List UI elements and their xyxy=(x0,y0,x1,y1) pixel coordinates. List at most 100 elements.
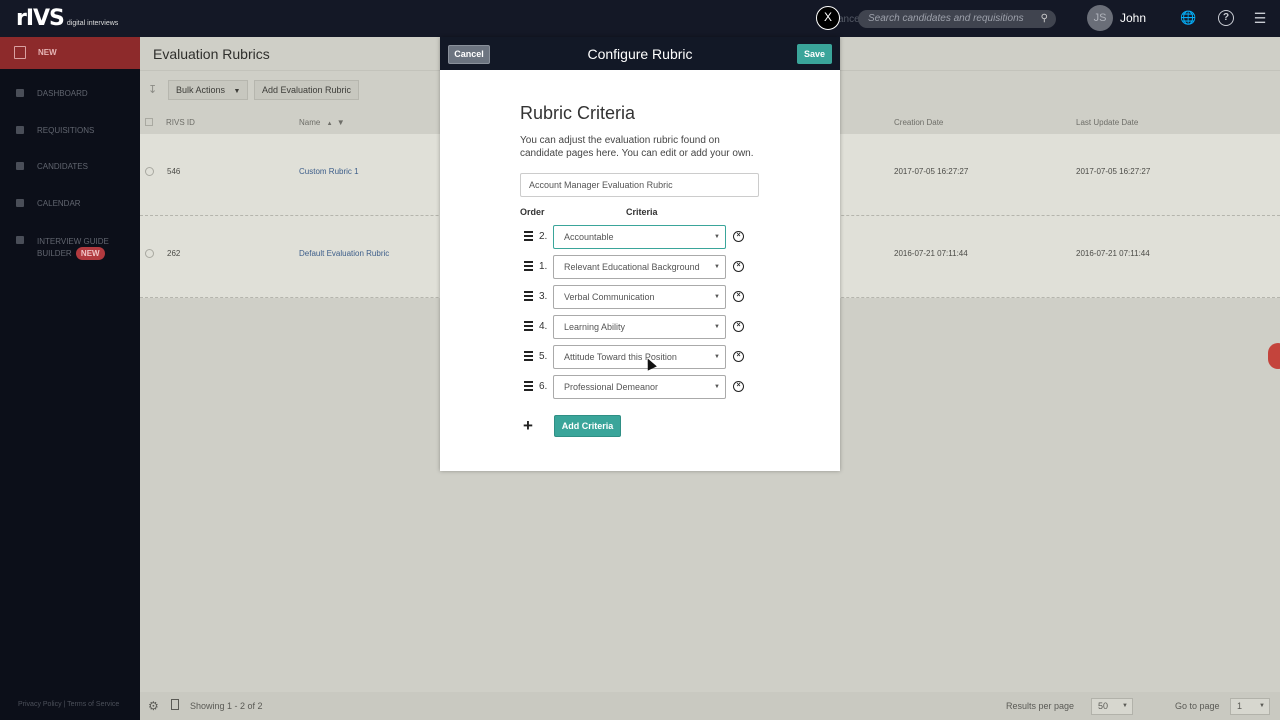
folder-icon xyxy=(16,126,24,134)
criteria-select[interactable]: Verbal Communication ▼ xyxy=(553,285,726,309)
criteria-row: 2. Accountable ▼ × xyxy=(524,225,754,249)
remove-criteria-icon[interactable]: × xyxy=(733,261,744,272)
drag-handle-icon[interactable] xyxy=(524,321,533,331)
results-per-page-value: 50 xyxy=(1098,701,1109,711)
criteria-value: Learning Ability xyxy=(564,322,626,332)
criteria-order: 2. xyxy=(539,231,548,242)
select-all-checkbox[interactable] xyxy=(145,118,153,126)
footer-links[interactable]: Privacy Policy | Terms of Service xyxy=(18,701,119,708)
globe-icon[interactable]: 🌐 xyxy=(1180,10,1196,26)
criteria-value: Professional Demeanor xyxy=(564,382,659,392)
remove-criteria-icon[interactable]: × xyxy=(733,291,744,302)
new-button[interactable]: NEW xyxy=(0,37,140,69)
chevron-down-icon: ▼ xyxy=(714,354,720,360)
username[interactable]: John xyxy=(1120,11,1146,25)
add-evaluation-rubric-button[interactable]: Add Evaluation Rubric xyxy=(254,80,360,100)
showing-count: Showing 1 - 2 of 2 xyxy=(190,701,263,711)
criteria-row: 6. Professional Demeanor ▼ × xyxy=(524,375,754,399)
modal-header: Configure Rubric Cancel Save xyxy=(440,37,840,70)
row-radio[interactable] xyxy=(145,167,154,176)
column-header-created[interactable]: Creation Date xyxy=(894,118,943,127)
chevron-down-icon: ▼ xyxy=(714,264,720,270)
column-header-name-label: Name xyxy=(299,118,321,127)
logo-text: rIVS xyxy=(16,6,65,31)
new-document-icon xyxy=(14,46,26,59)
go-to-page-select[interactable]: 1 ▼ xyxy=(1230,698,1270,715)
rubric-name-input[interactable]: Account Manager Evaluation Rubric xyxy=(520,173,759,197)
rubric-criteria-heading: Rubric Criteria xyxy=(520,103,636,123)
calendar-icon xyxy=(16,199,24,207)
pagination-bar: ⚙ Showing 1 - 2 of 2 Results per page 50… xyxy=(140,692,1280,720)
sidebar-item-label: CANDIDATES xyxy=(37,162,88,171)
avatar[interactable]: JS xyxy=(1087,5,1113,31)
sidebar-item-label: DASHBOARD xyxy=(37,89,88,98)
chevron-down-icon: ▼ xyxy=(714,384,720,390)
plus-icon[interactable]: + xyxy=(523,416,533,436)
row-name-link[interactable]: Default Evaluation Rubric xyxy=(299,216,389,292)
row-id: 546 xyxy=(167,167,181,176)
chevron-down-icon: ▼ xyxy=(233,88,241,95)
column-header-updated[interactable]: Last Update Date xyxy=(1076,118,1138,127)
close-icon[interactable]: X xyxy=(816,6,840,30)
chevron-down-icon: ▼ xyxy=(714,234,720,240)
drag-handle-icon[interactable] xyxy=(524,291,533,301)
column-header-name[interactable]: Name ▲ ▼ xyxy=(299,118,345,127)
drag-handle-icon[interactable] xyxy=(524,381,533,391)
menu-icon[interactable]: ☰ xyxy=(1252,10,1268,26)
drag-handle-icon[interactable] xyxy=(524,231,533,241)
sidebar-item-interview-guide-builder[interactable]: INTERVIEW GUIDE BUILDER NEW xyxy=(0,236,140,260)
filter-icon[interactable]: ▼ xyxy=(337,118,345,127)
remove-criteria-icon[interactable]: × xyxy=(733,321,744,332)
sidebar-item-candidates[interactable]: CANDIDATES xyxy=(0,162,140,171)
search-placeholder: Search candidates and requisitions xyxy=(868,13,1024,24)
remove-criteria-icon[interactable]: × xyxy=(733,231,744,242)
export-icon[interactable] xyxy=(171,699,179,710)
sidebar-item-label: REQUISITIONS xyxy=(37,126,95,135)
criteria-select[interactable]: Relevant Educational Background ▼ xyxy=(553,255,726,279)
gear-icon[interactable]: ⚙ xyxy=(148,699,159,713)
feedback-tab[interactable] xyxy=(1268,343,1280,369)
cancel-button[interactable]: Cancel xyxy=(448,45,490,64)
row-id: 262 xyxy=(167,249,181,258)
sidebar-item-label-2: BUILDER xyxy=(37,249,72,258)
add-criteria-button[interactable]: Add Criteria xyxy=(554,415,621,437)
criteria-select[interactable]: Accountable ▼ xyxy=(553,225,726,249)
app-logo[interactable]: rIVS digital interviews xyxy=(16,8,118,30)
criteria-select[interactable]: Learning Ability ▼ xyxy=(553,315,726,339)
sidebar-item-calendar[interactable]: CALENDAR xyxy=(0,199,140,208)
bulk-actions-dropdown[interactable]: Bulk Actions ▼ xyxy=(168,80,249,100)
criteria-column-header: Criteria xyxy=(626,207,658,217)
column-header-id[interactable]: RIVS ID xyxy=(166,118,195,127)
results-per-page-label: Results per page xyxy=(1006,701,1075,711)
row-created: 2017-07-05 16:27:27 xyxy=(894,167,969,176)
guide-icon xyxy=(16,236,24,244)
criteria-select[interactable]: Professional Demeanor ▼ xyxy=(553,375,726,399)
bulk-actions-label: Bulk Actions xyxy=(176,85,226,95)
row-radio[interactable] xyxy=(145,249,154,258)
sidebar-item-requisitions[interactable]: REQUISITIONS xyxy=(0,126,140,135)
drag-handle-icon[interactable] xyxy=(524,351,533,361)
criteria-row: 3. Verbal Communication ▼ × xyxy=(524,285,754,309)
sort-icon[interactable]: ↧ xyxy=(148,83,157,96)
criteria-select[interactable]: Attitude Toward this Position ▼ xyxy=(553,345,726,369)
search-icon[interactable]: ⚲ xyxy=(1041,10,1048,28)
sidebar: NEW DASHBOARD REQUISITIONS CANDIDATES CA… xyxy=(0,37,140,720)
modal-title: Configure Rubric xyxy=(587,46,693,62)
configure-rubric-modal: Configure Rubric Cancel Save Rubric Crit… xyxy=(440,37,840,471)
drag-handle-icon[interactable] xyxy=(524,261,533,271)
search-input[interactable]: Search candidates and requisitions ⚲ xyxy=(858,10,1056,28)
save-button[interactable]: Save xyxy=(797,44,832,64)
help-icon[interactable]: ? xyxy=(1218,10,1234,26)
results-per-page-select[interactable]: 50 ▼ xyxy=(1091,698,1133,715)
logo-tagline: digital interviews xyxy=(66,20,119,27)
criteria-value: Verbal Communication xyxy=(564,292,655,302)
remove-criteria-icon[interactable]: × xyxy=(733,381,744,392)
criteria-order: 5. xyxy=(539,351,548,362)
sidebar-item-dashboard[interactable]: DASHBOARD xyxy=(0,89,140,98)
criteria-row: 4. Learning Ability ▼ × xyxy=(524,315,754,339)
row-name-link[interactable]: Custom Rubric 1 xyxy=(299,134,359,210)
sort-asc-icon: ▲ xyxy=(326,121,333,127)
remove-criteria-icon[interactable]: × xyxy=(733,351,744,362)
chevron-down-icon: ▼ xyxy=(1259,703,1265,709)
criteria-order: 3. xyxy=(539,291,548,302)
